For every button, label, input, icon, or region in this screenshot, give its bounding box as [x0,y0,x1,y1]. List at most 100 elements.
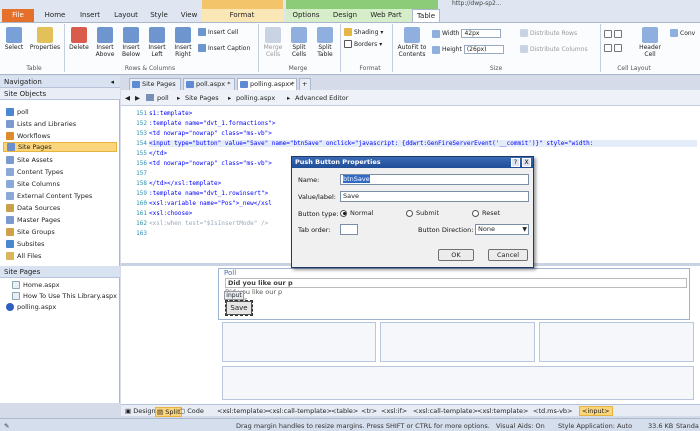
cell-align-bottom[interactable] [604,44,622,52]
back-button[interactable]: ◀ [125,94,130,102]
breadcrumb-poll[interactable]: poll [157,94,169,102]
split-table-button[interactable]: Split Table [313,27,337,58]
page-item-home[interactable]: Home.aspx [12,280,60,290]
view-design-button[interactable]: ▣ Design [125,407,156,415]
tab-insert[interactable]: Insert [74,9,106,22]
tab-web-part[interactable]: Web Part [366,9,406,22]
page-item-how-to[interactable]: How To Use This Library.aspx [12,291,117,301]
insert-below-button[interactable]: Insert Below [119,27,143,58]
ok-button[interactable]: OK [438,249,474,261]
width-input[interactable]: 42px [461,29,502,38]
tab-style[interactable]: Style [146,9,172,22]
insert-right-button[interactable]: Insert Right [171,27,195,58]
nav-item-master-pages[interactable]: Master Pages [6,215,60,225]
tag-crumb[interactable]: <xsl:if> [381,407,407,415]
webpart-zone-placeholder[interactable] [222,366,694,400]
webpart-zone-placeholder[interactable] [380,322,535,362]
webpart-zone-placeholder[interactable] [539,322,694,362]
poll-webpart-zone[interactable] [218,268,690,320]
shading-dropdown[interactable]: Shading ▾ [344,28,383,36]
page-item-polling[interactable]: polling.aspx [6,302,56,312]
doc-tab-polling[interactable]: polling.aspx * × [237,78,297,90]
new-tab-button[interactable]: + [299,78,311,90]
tab-table[interactable]: Table [412,9,440,22]
nav-item-workflows[interactable]: Workflows [6,131,50,141]
separator [340,24,341,72]
context-tab-group-2 [286,0,438,9]
height-input[interactable]: (26px) [463,45,504,54]
tab-home[interactable]: Home [40,9,70,22]
properties-button[interactable]: Properties [28,27,62,51]
value-field[interactable]: Save [340,191,529,202]
select-button[interactable]: Select [4,27,24,51]
name-field[interactable]: btnSave [340,174,529,185]
tag-crumb-selected[interactable]: <input> [579,406,613,416]
nav-item-site-assets[interactable]: Site Assets [6,155,53,165]
nav-item-content-types[interactable]: Content Types [6,167,63,177]
nav-item-lists[interactable]: Lists and Libraries [6,119,76,129]
nav-item-data-sources[interactable]: Data Sources [6,203,60,213]
doc-tab-site-pages[interactable]: Site Pages [129,78,181,90]
group-label-size: Size [489,65,503,72]
nav-item-external-content-types[interactable]: External Content Types [6,191,92,201]
style-application-status[interactable]: Style Application: Auto [558,422,632,430]
insert-left-button[interactable]: Insert Left [145,27,169,58]
tab-view[interactable]: View [176,9,202,22]
view-code-button[interactable]: ▢ Code [179,407,204,415]
pin-icon[interactable]: ◂ [110,76,114,88]
merge-cells-button[interactable]: Merge Cells [261,27,285,58]
delete-button[interactable]: Delete [67,27,91,51]
tag-crumb[interactable]: <xsl:template> [217,407,268,415]
webpart-zone-placeholder[interactable] [222,322,376,362]
tag-crumb[interactable]: <td.ms-vb> [533,407,573,415]
breadcrumb-polling[interactable]: polling.aspx [236,94,275,102]
cell-align-top[interactable] [604,30,622,38]
tag-crumb[interactable]: <xsl:call-template> [267,407,332,415]
convert-button[interactable]: Conv [670,29,695,37]
nav-item-subsites[interactable]: Subsites [6,239,45,249]
nav-item-site-pages[interactable]: Site Pages [3,142,117,152]
close-icon[interactable]: × [289,79,294,90]
nav-item-site-columns[interactable]: Site Columns [6,179,60,189]
save-button[interactable]: Save [225,300,253,316]
tab-order-field[interactable] [340,224,358,235]
direction-select[interactable]: None ▼ [475,224,529,235]
autofit-button[interactable]: AutoFit to Contents [395,27,429,58]
align-middle-icon [614,30,622,38]
breadcrumb-site-pages[interactable]: Site Pages [185,94,219,102]
distribute-rows-button[interactable]: Distribute Rows [520,29,577,37]
tag-crumb[interactable]: <xsl:call-template> [413,407,478,415]
tab-format[interactable]: Format [222,9,262,22]
view-split-button[interactable]: ▤ Split [155,407,182,417]
distribute-columns-button[interactable]: Distribute Columns [520,45,588,53]
close-button[interactable]: X [522,158,531,167]
radio-reset[interactable]: Reset [472,209,500,217]
database-icon [6,204,14,212]
insert-caption-button[interactable]: Insert Caption [198,44,250,52]
tab-design[interactable]: Design [328,9,362,22]
visual-aids-status[interactable]: Visual Aids: On [496,422,545,430]
forward-button[interactable]: ▶ [135,94,140,102]
cancel-button[interactable]: Cancel [488,249,528,261]
tag-crumb[interactable]: <xsl:template> [477,407,528,415]
tab-layout[interactable]: Layout [110,9,142,22]
header-cell-button[interactable]: Header Cell [636,27,664,58]
insert-cell-button[interactable]: Insert Cell [198,28,238,36]
nav-item-poll[interactable]: poll [6,107,29,117]
split-cells-button[interactable]: Split Cells [287,27,311,58]
code-line: <xsl:variable name="Pos">_new</xsl [149,200,272,207]
nav-item-all-files[interactable]: All Files [6,251,41,261]
tag-crumb[interactable]: <tr> [361,407,377,415]
site-icon [6,108,14,116]
help-button[interactable]: ? [511,158,520,167]
borders-dropdown[interactable]: Borders ▾ [344,40,382,48]
nav-item-site-groups[interactable]: Site Groups [6,227,55,237]
radio-submit[interactable]: Submit [406,209,439,217]
document-tabs: Site Pages poll.aspx * polling.aspx * × + [121,76,700,90]
insert-above-button[interactable]: Insert Above [93,27,117,58]
tab-options[interactable]: Options [288,9,324,22]
doc-tab-poll[interactable]: poll.aspx * [183,78,235,90]
tag-crumb[interactable]: <table> [331,407,358,415]
radio-normal[interactable]: Normal [340,209,374,217]
tab-file[interactable]: File [2,9,34,22]
